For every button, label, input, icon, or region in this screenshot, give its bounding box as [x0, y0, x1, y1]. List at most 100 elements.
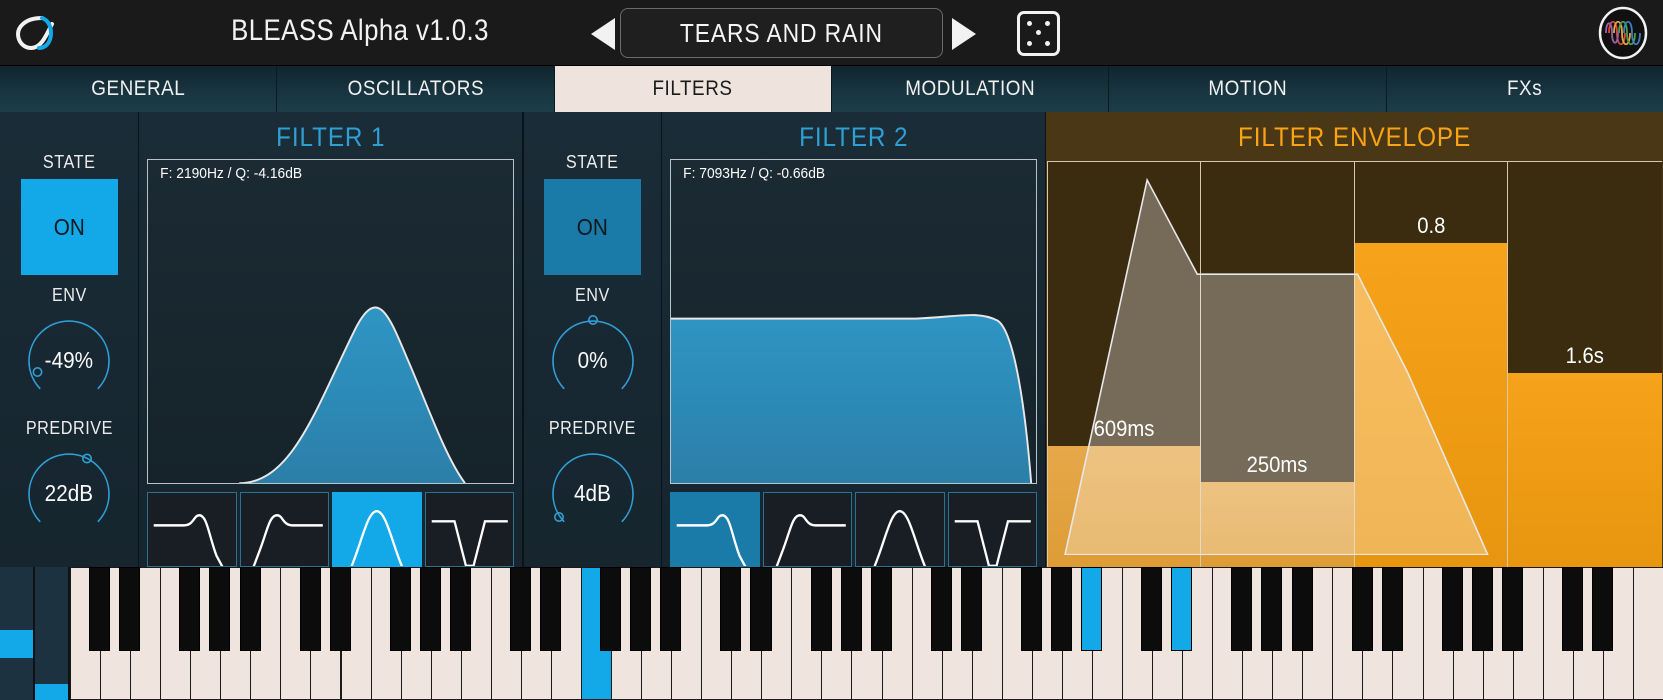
- piano-black-key[interactable]: [660, 567, 682, 651]
- filter2-panel: FILTER 2 F: 7093Hz / Q: -0.66dB: [662, 112, 1046, 567]
- piano-black-key[interactable]: [1020, 567, 1043, 651]
- piano-black-key[interactable]: [89, 567, 111, 651]
- bleass-waves-icon[interactable]: [1597, 6, 1649, 60]
- tab-fxs[interactable]: FXs: [1387, 66, 1663, 112]
- plugin-window: BLEASS Alpha v1.0.3 TEARS AND RAIN GENER…: [0, 0, 1663, 700]
- filter1-panel: FILTER 1 F: 2190Hz / Q: -4.16dB: [139, 112, 523, 567]
- filter2-lowpass-button[interactable]: [670, 492, 760, 567]
- piano-black-key[interactable]: [1562, 567, 1584, 651]
- piano-black-key[interactable]: [1231, 567, 1253, 651]
- piano-black-key[interactable]: [540, 567, 562, 651]
- filter2-response-graph[interactable]: F: 7093Hz / Q: -0.66dB: [670, 159, 1037, 485]
- tab-modulation-label: MODULATION: [905, 77, 1036, 100]
- filter1-env-knob[interactable]: -49%: [21, 312, 117, 408]
- filter1-highpass-button[interactable]: [239, 492, 329, 567]
- piano-black-key[interactable]: [840, 567, 862, 651]
- filter2-predrive-value: 4dB: [574, 479, 611, 506]
- piano-black-key[interactable]: [720, 567, 742, 651]
- filter1-state-button[interactable]: ON: [20, 179, 118, 275]
- piano-black-key[interactable]: [119, 567, 141, 651]
- envelope-sustain-value: 0.8: [1416, 213, 1445, 238]
- envelope-decay-value: 250ms: [1246, 451, 1308, 477]
- envelope-sustain-slider[interactable]: 0.8: [1354, 162, 1509, 567]
- preset-name: TEARS AND RAIN: [679, 17, 884, 48]
- piano-black-key[interactable]: [750, 567, 772, 651]
- piano-black-key[interactable]: [1381, 567, 1403, 651]
- piano-black-key[interactable]: [239, 567, 261, 651]
- piano-black-key[interactable]: [299, 567, 321, 651]
- piano-white-key[interactable]: [1632, 567, 1663, 700]
- envelope-decay-slider[interactable]: 250ms: [1200, 162, 1355, 567]
- piano-black-key[interactable]: [870, 567, 892, 651]
- piano-black-key[interactable]: [1592, 567, 1614, 651]
- piano-black-key[interactable]: [209, 567, 231, 651]
- filter2-env-value: 0%: [577, 346, 608, 373]
- filter2-highpass-button[interactable]: [762, 492, 852, 567]
- piano-black-key[interactable]: [1261, 567, 1283, 651]
- tab-oscillators[interactable]: OSCILLATORS: [277, 66, 555, 112]
- tab-general[interactable]: GENERAL: [0, 66, 278, 112]
- filters-page: STATE ON ENV -49% PREDRIVE 22dB FILTER 1…: [0, 112, 1663, 567]
- filter2-env-knob[interactable]: 0%: [545, 312, 641, 408]
- filter2-bandpass-button[interactable]: [855, 492, 945, 567]
- filter1-bandpass-button[interactable]: [332, 492, 422, 567]
- mod-wheel[interactable]: [35, 567, 69, 700]
- piano-black-key[interactable]: [419, 567, 441, 651]
- piano-black-key[interactable]: [1081, 567, 1103, 651]
- preset-selector[interactable]: TEARS AND RAIN: [620, 8, 943, 58]
- filter2-controls: STATE ON ENV 0% PREDRIVE 4dB: [523, 112, 662, 567]
- filter1-type-buttons: [147, 492, 514, 567]
- piano-black-key[interactable]: [329, 567, 351, 651]
- title-bar: BLEASS Alpha v1.0.3 TEARS AND RAIN: [0, 0, 1663, 66]
- virtual-keyboard: [0, 567, 1663, 700]
- filter2-type-buttons: [670, 492, 1037, 567]
- dice-icon[interactable]: [1017, 11, 1060, 56]
- filter2-predrive-knob[interactable]: 4dB: [545, 445, 641, 541]
- piano-black-key[interactable]: [1051, 567, 1073, 651]
- filter-envelope-panel: FILTER ENVELOPE 609ms 250ms 0.8 1.6s: [1046, 112, 1663, 567]
- piano-black-key[interactable]: [1441, 567, 1463, 651]
- envelope-attack-slider[interactable]: 609ms: [1047, 162, 1201, 567]
- filter1-state-label: STATE: [42, 152, 96, 172]
- alpha-logo-icon: [8, 8, 60, 58]
- app-title: BLEASS Alpha v1.0.3: [231, 14, 489, 47]
- tab-filters[interactable]: FILTERS: [554, 66, 832, 112]
- tab-fxs-label: FXs: [1507, 77, 1543, 100]
- filter1-lowpass-button[interactable]: [147, 492, 237, 567]
- piano-black-key[interactable]: [630, 567, 652, 651]
- envelope-release-slider[interactable]: 1.6s: [1508, 162, 1662, 567]
- filter-envelope-graph: 609ms 250ms 0.8 1.6s: [1047, 161, 1662, 567]
- tab-motion-label: MOTION: [1208, 77, 1287, 100]
- filter2-notch-button[interactable]: [947, 492, 1037, 567]
- piano-black-key[interactable]: [810, 567, 832, 651]
- filter1-env-value: -49%: [44, 346, 94, 373]
- filter1-notch-button[interactable]: [424, 492, 514, 567]
- piano-black-key[interactable]: [1351, 567, 1373, 651]
- piano-black-key[interactable]: [1291, 567, 1313, 651]
- piano-black-key[interactable]: [449, 567, 471, 651]
- filter1-predrive-label: PREDRIVE: [25, 418, 113, 438]
- piano-black-key[interactable]: [1141, 567, 1163, 651]
- piano-black-key[interactable]: [960, 567, 982, 651]
- filter2-state-button[interactable]: ON: [544, 179, 641, 275]
- filter1-predrive-knob[interactable]: 22dB: [21, 445, 117, 541]
- tab-modulation[interactable]: MODULATION: [832, 66, 1110, 112]
- piano-keys: [70, 567, 1663, 700]
- piano-black-key[interactable]: [179, 567, 201, 651]
- prev-preset-button[interactable]: [591, 18, 615, 50]
- piano-black-key[interactable]: [1501, 567, 1523, 651]
- piano-black-key[interactable]: [1471, 567, 1493, 651]
- tab-bar: GENERAL OSCILLATORS FILTERS MODULATION M…: [0, 66, 1663, 112]
- piano-black-key[interactable]: [600, 567, 622, 651]
- tab-motion[interactable]: MOTION: [1109, 66, 1387, 112]
- pitch-wheel[interactable]: [0, 567, 34, 700]
- next-preset-button[interactable]: [952, 18, 976, 50]
- filter1-response-graph[interactable]: F: 2190Hz / Q: -4.16dB: [147, 159, 514, 485]
- filter2-env-label: ENV: [575, 285, 610, 305]
- tab-filters-label: FILTERS: [652, 77, 733, 100]
- piano-black-key[interactable]: [1171, 567, 1193, 651]
- piano-black-key[interactable]: [930, 567, 952, 651]
- piano-black-key[interactable]: [510, 567, 532, 651]
- piano-black-key[interactable]: [389, 567, 411, 651]
- filter2-predrive-label: PREDRIVE: [548, 418, 637, 438]
